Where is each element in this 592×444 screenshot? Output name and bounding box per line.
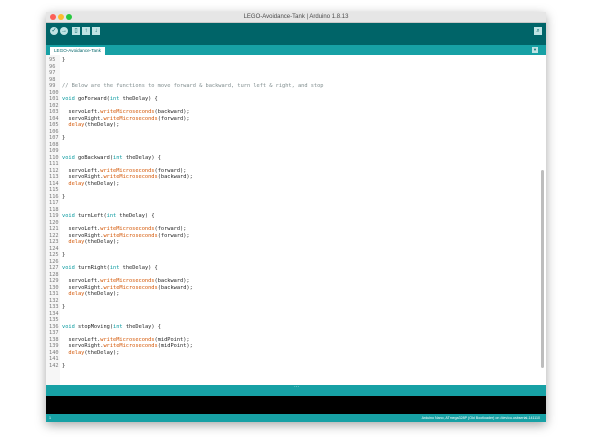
resize-handle-icon[interactable]: ··· — [294, 385, 299, 390]
title-bar: LEGO-Avoidance-Tank | Arduino 1.8.13 — [46, 12, 546, 23]
upload-button[interactable]: → — [60, 27, 68, 35]
code-text: } — [62, 362, 66, 369]
board-port-info: Arduino Nano, ATmega328P (Old Bootloader… — [421, 416, 540, 420]
new-sketch-button[interactable]: ▯ — [72, 27, 80, 35]
console-divider[interactable]: ··· — [46, 385, 546, 396]
tab-menu-button[interactable]: ▾ — [532, 47, 538, 53]
serial-monitor-icon: ⌕ — [536, 28, 540, 34]
code-editor[interactable]: 95} 96 97 98 99// Below are the functions to… — [46, 55, 546, 385]
save-sketch-button[interactable]: ↓ — [92, 27, 100, 35]
chevron-down-icon: ▾ — [533, 47, 537, 52]
line-number: 142 — [49, 362, 59, 369]
arduino-ide-window: LEGO-Avoidance-Tank | Arduino 1.8.13 ✓ →… — [46, 12, 546, 422]
new-icon: ▯ — [74, 28, 78, 34]
serial-monitor-button[interactable]: ⌕ — [534, 27, 542, 35]
save-icon: ↓ — [94, 28, 98, 34]
open-sketch-button[interactable]: ↑ — [82, 27, 90, 35]
upload-icon: → — [61, 28, 67, 34]
tab-bar: LEGO-Avoidance-Tank ▾ — [46, 45, 546, 55]
status-bar: 1 Arduino Nano, ATmega328P (Old Bootload… — [46, 414, 546, 422]
open-icon: ↑ — [84, 28, 88, 34]
window-title: LEGO-Avoidance-Tank | Arduino 1.8.13 — [243, 14, 349, 20]
tab-lego-avoidance-tank[interactable]: LEGO-Avoidance-Tank — [50, 47, 105, 55]
verify-icon: ✓ — [51, 28, 57, 34]
verify-button[interactable]: ✓ — [50, 27, 58, 35]
toolbar: ✓ → ▯ ↑ ↓ ⌕ — [46, 23, 546, 45]
console-output — [46, 396, 546, 414]
vertical-scrollbar[interactable] — [541, 170, 544, 368]
code-line[interactable]: 142} — [46, 363, 536, 370]
cursor-line-number: 1 — [49, 416, 51, 420]
